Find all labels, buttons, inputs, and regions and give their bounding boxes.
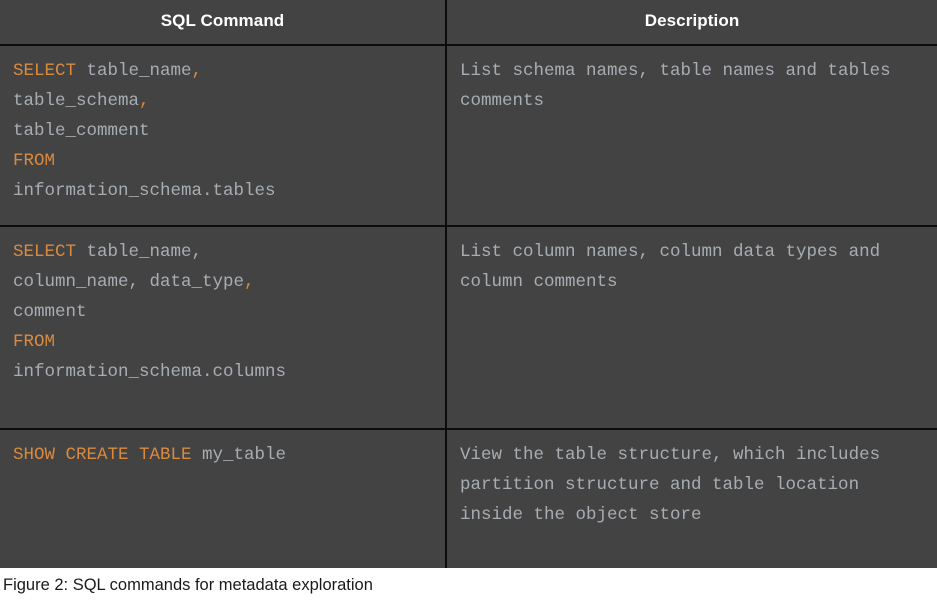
cell-description: View the table structure, which includes… xyxy=(445,428,937,574)
column-header-sql-command: SQL Command xyxy=(0,0,447,46)
table-row: SHOW CREATE TABLE my_table View the tabl… xyxy=(0,428,937,574)
sql-identifier-token: information_schema.tables xyxy=(13,181,276,201)
table-header: SQL Command Description xyxy=(0,0,937,46)
column-header-description-label: Description xyxy=(644,11,740,30)
sql-identifier-token: information_schema.columns xyxy=(13,362,287,382)
table-body: SELECT table_name, table_schema, table_c… xyxy=(0,44,937,574)
sql-identifier-token: my_table xyxy=(191,445,287,465)
sql-identifier-token: comment xyxy=(13,302,87,322)
sql-keyword-token: SELECT xyxy=(13,242,77,262)
table-row: SELECT table_name, table_schema, table_c… xyxy=(0,44,937,227)
column-header-sql-command-label: SQL Command xyxy=(160,11,285,30)
sql-command-code-2: SELECT table_name, column_name, data_typ… xyxy=(0,227,445,399)
sql-keyword-token: FROM xyxy=(13,151,56,171)
sql-keyword-token: , xyxy=(191,61,203,81)
sql-identifier-token: table_comment xyxy=(13,121,150,141)
sql-keyword-token: SELECT xyxy=(13,61,77,81)
cell-sql-command: SHOW CREATE TABLE my_table xyxy=(0,428,447,574)
cell-description: List schema names, table names and table… xyxy=(445,44,937,227)
cell-sql-command: SELECT table_name, table_schema, table_c… xyxy=(0,44,447,227)
description-text-3: View the table structure, which includes… xyxy=(460,445,891,525)
sql-commands-table-wrapper: SQL Command Description SELECT table_nam… xyxy=(0,0,937,574)
cell-sql-command: SELECT table_name, column_name, data_typ… xyxy=(0,225,447,430)
sql-identifier-token: table_name xyxy=(76,61,192,81)
figure-container: SQL Command Description SELECT table_nam… xyxy=(0,0,937,600)
sql-command-code-3: SHOW CREATE TABLE my_table xyxy=(0,430,445,482)
sql-command-code-1: SELECT table_name, table_schema, table_c… xyxy=(0,46,445,218)
sql-commands-table: SQL Command Description SELECT table_nam… xyxy=(0,0,937,574)
sql-keyword-token: SHOW CREATE TABLE xyxy=(13,445,192,465)
sql-keyword-token: , xyxy=(139,91,150,111)
description-text-2: List column names, column data types and… xyxy=(460,242,891,292)
sql-identifier-token: table_schema xyxy=(13,91,140,111)
table-row: SELECT table_name, column_name, data_typ… xyxy=(0,225,937,430)
sql-keyword-token: , xyxy=(244,272,255,292)
column-header-description: Description xyxy=(445,0,937,46)
cell-description: List column names, column data types and… xyxy=(445,225,937,430)
figure-caption: Figure 2: SQL commands for metadata expl… xyxy=(0,568,937,600)
table-header-row: SQL Command Description xyxy=(0,0,937,46)
sql-keyword-token: FROM xyxy=(13,332,56,352)
description-text-1: List schema names, table names and table… xyxy=(460,61,902,111)
